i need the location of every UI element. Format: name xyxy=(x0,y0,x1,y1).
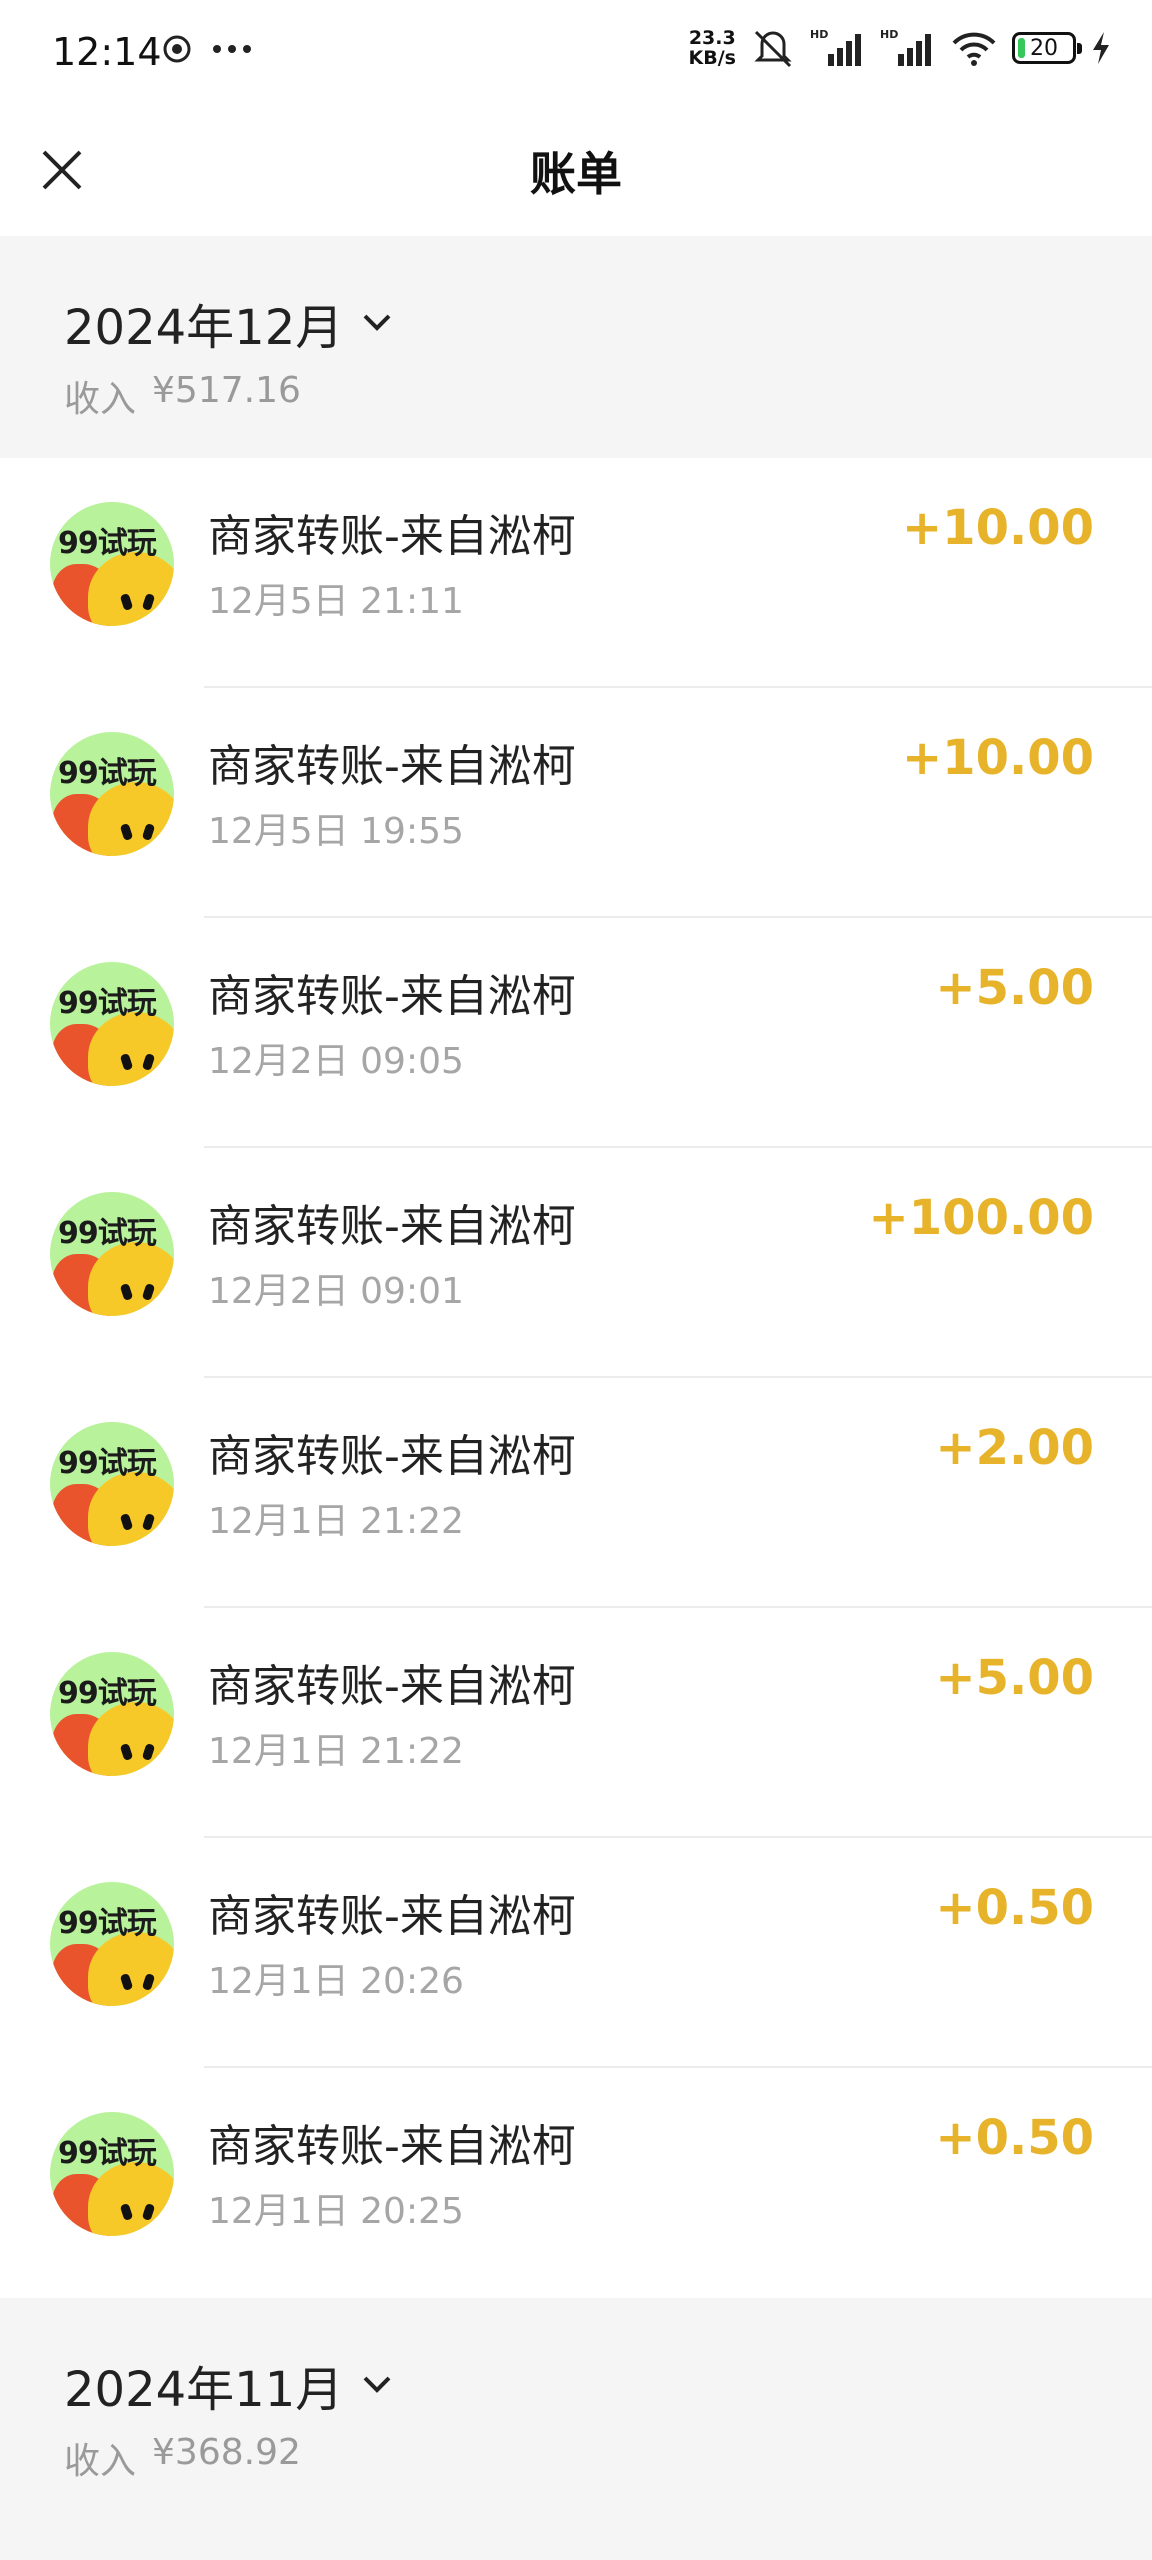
avatar: 99试玩 xyxy=(50,1192,174,1316)
month-selector[interactable]: 2024年12月 xyxy=(64,288,393,358)
month-header-november: 2024年11月 收入 ¥368.92 xyxy=(0,2298,1152,2560)
income-label: 收入 xyxy=(64,2441,137,2482)
list-item[interactable]: 99试玩 商家转账-来自淞柯 12月2日 09:05 +5.00 xyxy=(0,918,1152,1148)
avatar-text: 99试玩 xyxy=(58,526,157,561)
month-title: 2024年12月 xyxy=(64,300,344,356)
speed-value: 23.3 xyxy=(688,27,736,49)
list-item[interactable]: 99试玩 商家转账-来自淞柯 12月1日 21:22 +2.00 xyxy=(0,1378,1152,1608)
list-item[interactable]: 99试玩 商家转账-来自淞柯 12月5日 19:55 +10.00 xyxy=(0,688,1152,918)
transaction-title: 商家转账-来自淞柯 xyxy=(208,741,576,792)
signal-icon: HD xyxy=(810,28,861,66)
svg-text:HD: HD xyxy=(810,28,828,41)
month-title: 2024年11月 xyxy=(64,2362,344,2418)
avatar-text: 99试玩 xyxy=(58,1906,157,1941)
transaction-amount: +5.00 xyxy=(935,960,1094,1016)
transaction-amount: +5.00 xyxy=(935,1650,1094,1706)
avatar-text: 99试玩 xyxy=(58,1216,157,1251)
transaction-amount: +10.00 xyxy=(901,500,1094,556)
list-item[interactable]: 99试玩 商家转账-来自淞柯 12月1日 21:22 +5.00 xyxy=(0,1608,1152,1838)
list-item[interactable]: 99试玩 商家转账-来自淞柯 12月1日 20:25 +0.50 xyxy=(0,2068,1152,2298)
charging-icon xyxy=(1093,32,1109,64)
status-bar: 12:14 23.3 KB/s HD HD 20 xyxy=(0,0,1152,104)
month-selector[interactable]: 2024年11月 xyxy=(64,2350,393,2420)
transaction-list: 99试玩 商家转账-来自淞柯 12月5日 21:11 +10.00 99试玩 商… xyxy=(0,458,1152,2298)
avatar-text: 99试玩 xyxy=(58,1676,157,1711)
transaction-title: 商家转账-来自淞柯 xyxy=(208,1431,576,1482)
avatar: 99试玩 xyxy=(50,962,174,1086)
transaction-title: 商家转账-来自淞柯 xyxy=(208,511,576,562)
status-left-icons xyxy=(162,34,252,64)
avatar: 99试玩 xyxy=(50,1652,174,1776)
svg-text:HD: HD xyxy=(880,28,898,41)
avatar: 99试玩 xyxy=(50,732,174,856)
transaction-time: 12月1日 21:22 xyxy=(208,1731,464,1772)
transaction-time: 12月1日 20:26 xyxy=(208,1961,464,2002)
income-value: ¥368.92 xyxy=(152,2432,301,2473)
status-right-icons: 23.3 KB/s HD HD 20 xyxy=(689,28,1112,68)
camera-icon xyxy=(163,35,191,63)
battery-icon: 20 xyxy=(1012,32,1082,64)
transaction-amount: +0.50 xyxy=(935,1880,1094,1936)
transaction-title: 商家转账-来自淞柯 xyxy=(208,2121,576,2172)
month-header-december: 2024年12月 收入 ¥517.16 xyxy=(0,236,1152,458)
status-time: 12:14 xyxy=(52,30,162,74)
chevron-down-icon xyxy=(363,2376,391,2393)
avatar-text: 99试玩 xyxy=(58,986,157,1021)
transaction-time: 12月2日 09:01 xyxy=(208,1271,464,1312)
transaction-title: 商家转账-来自淞柯 xyxy=(208,1201,576,1252)
month-income: 收入 ¥368.92 xyxy=(64,2432,301,2484)
chevron-down-icon xyxy=(363,314,391,331)
avatar: 99试玩 xyxy=(50,502,174,626)
avatar-text: 99试玩 xyxy=(58,2136,157,2171)
more-dots-icon xyxy=(213,45,251,53)
avatar-text: 99试玩 xyxy=(58,1446,157,1481)
list-item[interactable]: 99试玩 商家转账-来自淞柯 12月5日 21:11 +10.00 xyxy=(0,458,1152,688)
transaction-amount: +2.00 xyxy=(935,1420,1094,1476)
month-income: 收入 ¥517.16 xyxy=(64,370,301,422)
transaction-time: 12月5日 21:11 xyxy=(208,581,464,622)
speed-unit: KB/s xyxy=(688,47,736,69)
transaction-title: 商家转账-来自淞柯 xyxy=(208,1661,576,1712)
mute-icon xyxy=(754,30,792,68)
signal-icon-2: HD xyxy=(880,28,931,66)
battery-level: 20 xyxy=(1030,35,1058,61)
transaction-amount: +100.00 xyxy=(868,1190,1094,1246)
avatar: 99试玩 xyxy=(50,1882,174,2006)
transaction-time: 12月2日 09:05 xyxy=(208,1041,464,1082)
avatar-text: 99试玩 xyxy=(58,756,157,791)
transaction-title: 商家转账-来自淞柯 xyxy=(208,1891,576,1942)
list-item[interactable]: 99试玩 商家转账-来自淞柯 12月2日 09:01 +100.00 xyxy=(0,1148,1152,1378)
avatar: 99试玩 xyxy=(50,1422,174,1546)
transaction-amount: +10.00 xyxy=(901,730,1094,786)
wifi-icon xyxy=(952,32,996,66)
title-bar: 账单 xyxy=(0,104,1152,236)
avatar: 99试玩 xyxy=(50,2112,174,2236)
list-item[interactable]: 99试玩 商家转账-来自淞柯 12月1日 20:26 +0.50 xyxy=(0,1838,1152,2068)
income-label: 收入 xyxy=(64,379,137,420)
transaction-title: 商家转账-来自淞柯 xyxy=(208,971,576,1022)
transaction-amount: +0.50 xyxy=(935,2110,1094,2166)
transaction-time: 12月1日 20:25 xyxy=(208,2191,464,2232)
income-value: ¥517.16 xyxy=(152,370,301,411)
network-speed: 23.3 KB/s xyxy=(689,28,736,68)
page-title: 账单 xyxy=(530,147,622,201)
transaction-time: 12月1日 21:22 xyxy=(208,1501,464,1542)
transaction-time: 12月5日 19:55 xyxy=(208,811,464,852)
